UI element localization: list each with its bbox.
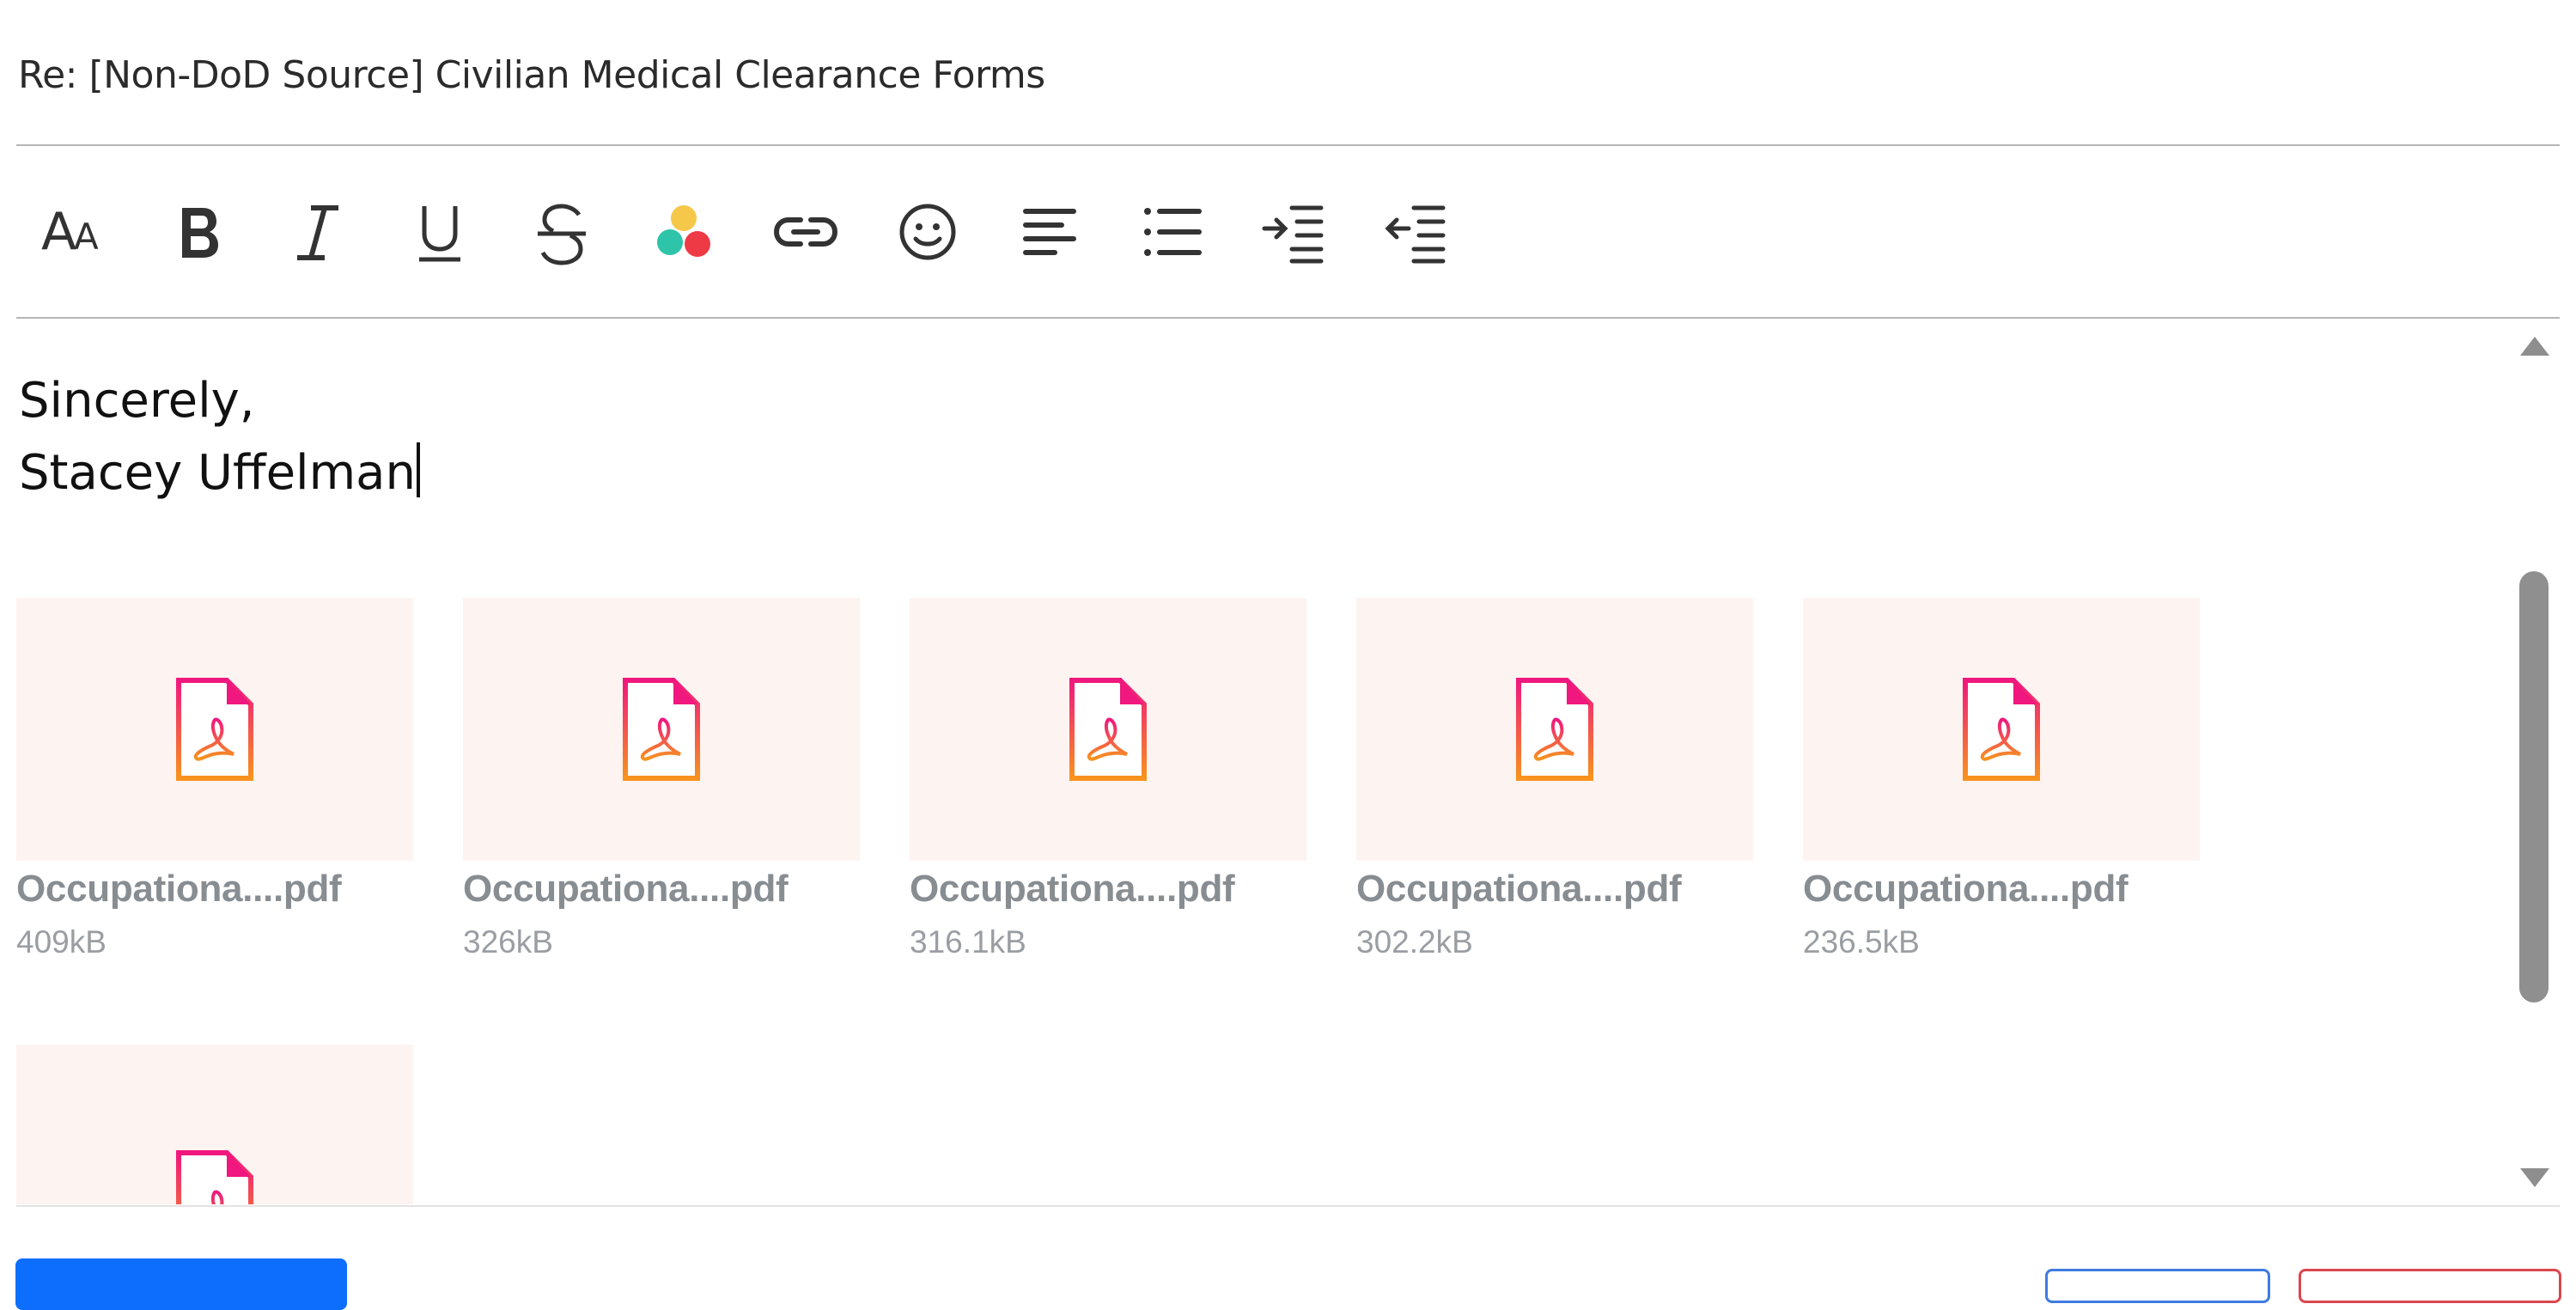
message-body[interactable]: Sincerely, Stacey Uffelman	[19, 365, 420, 509]
attachment-card[interactable]	[16, 1045, 413, 1204]
italic-icon	[297, 205, 338, 260]
attachment-size: 316.1kB	[910, 924, 1026, 960]
attachment-card[interactable]: Occupationa....pdf 302.2kB	[1356, 598, 1753, 960]
bulleted-list-button[interactable]	[1129, 189, 1215, 275]
text-caret	[416, 442, 420, 497]
svg-text:A: A	[74, 216, 99, 258]
attachment-thumbnail	[463, 598, 860, 861]
attachment-card[interactable]: Occupationa....pdf 236.5kB	[1803, 598, 2200, 960]
subject-divider	[16, 144, 2560, 146]
attachment-size: 302.2kB	[1356, 924, 1473, 960]
save-draft-button[interactable]	[2045, 1269, 2270, 1303]
pdf-file-icon	[176, 1150, 253, 1204]
pdf-file-icon	[1963, 678, 2040, 781]
formatting-toolbar: AA	[0, 189, 1546, 275]
pdf-file-icon	[623, 678, 700, 781]
attachment-card[interactable]: Occupationa....pdf 326kB	[463, 598, 860, 960]
svg-text:A: A	[41, 202, 76, 262]
attachment-name: Occupationa....pdf	[463, 868, 789, 910]
message-body-area[interactable]: Sincerely, Stacey Uffelman Occupationa..…	[0, 320, 2517, 1204]
scroll-up-arrow-icon[interactable]	[2520, 337, 2549, 356]
signature-line: Stacey Uffelman	[19, 437, 420, 509]
italic-button[interactable]	[275, 189, 361, 275]
emoji-icon	[899, 204, 956, 260]
bold-button[interactable]	[155, 189, 241, 275]
align-left-icon	[1023, 209, 1076, 255]
scroll-down-arrow-icon[interactable]	[2520, 1168, 2549, 1187]
indent-icon	[1262, 205, 1324, 264]
attachment-thumbnail	[16, 598, 413, 861]
font-size-icon: AA	[41, 202, 99, 262]
underline-button[interactable]	[397, 189, 483, 275]
pdf-file-icon	[1516, 678, 1593, 781]
bold-icon	[182, 208, 218, 258]
attachment-thumbnail	[1803, 598, 2200, 861]
strikethrough-icon	[538, 204, 586, 265]
discard-button[interactable]	[2299, 1269, 2561, 1303]
vertical-scrollbar[interactable]	[2515, 326, 2553, 1203]
underline-icon	[419, 206, 460, 262]
attachment-size: 326kB	[463, 924, 553, 960]
font-size-button[interactable]: AA	[33, 189, 119, 275]
attachment-name: Occupationa....pdf	[16, 868, 342, 910]
link-button[interactable]	[763, 189, 849, 275]
attachment-thumbnail	[910, 598, 1306, 861]
indent-button[interactable]	[1251, 189, 1337, 275]
attachment-thumbnail	[16, 1045, 413, 1204]
text-color-icon	[657, 205, 710, 257]
attachment-size: 236.5kB	[1803, 924, 1920, 960]
outdent-icon	[1385, 205, 1446, 264]
align-button[interactable]	[1007, 189, 1093, 275]
text-color-button[interactable]	[641, 189, 727, 275]
pdf-file-icon	[176, 678, 253, 781]
bulleted-list-icon	[1144, 208, 1202, 256]
attachment-card[interactable]: Occupationa....pdf 409kB	[16, 598, 413, 960]
strikethrough-button[interactable]	[519, 189, 605, 275]
body-bottom-divider	[16, 1205, 2560, 1207]
signoff-line: Sincerely,	[19, 373, 255, 429]
attachment-name: Occupationa....pdf	[1803, 868, 2128, 910]
attachment-card[interactable]: Occupationa....pdf 316.1kB	[910, 598, 1306, 960]
scrollbar-thumb[interactable]	[2519, 571, 2549, 1002]
toolbar-divider	[16, 317, 2560, 319]
pdf-file-icon	[1069, 678, 1147, 781]
attachment-thumbnail	[1356, 598, 1753, 861]
attachment-name: Occupationa....pdf	[1356, 868, 1682, 910]
attachment-size: 409kB	[16, 924, 107, 960]
attachment-name: Occupationa....pdf	[910, 868, 1235, 910]
subject-line[interactable]: Re: [Non-DoD Source] Civilian Medical Cl…	[18, 53, 1045, 97]
emoji-button[interactable]	[885, 189, 971, 275]
outdent-button[interactable]	[1373, 189, 1459, 275]
link-icon	[773, 217, 838, 247]
send-button[interactable]	[15, 1258, 347, 1310]
